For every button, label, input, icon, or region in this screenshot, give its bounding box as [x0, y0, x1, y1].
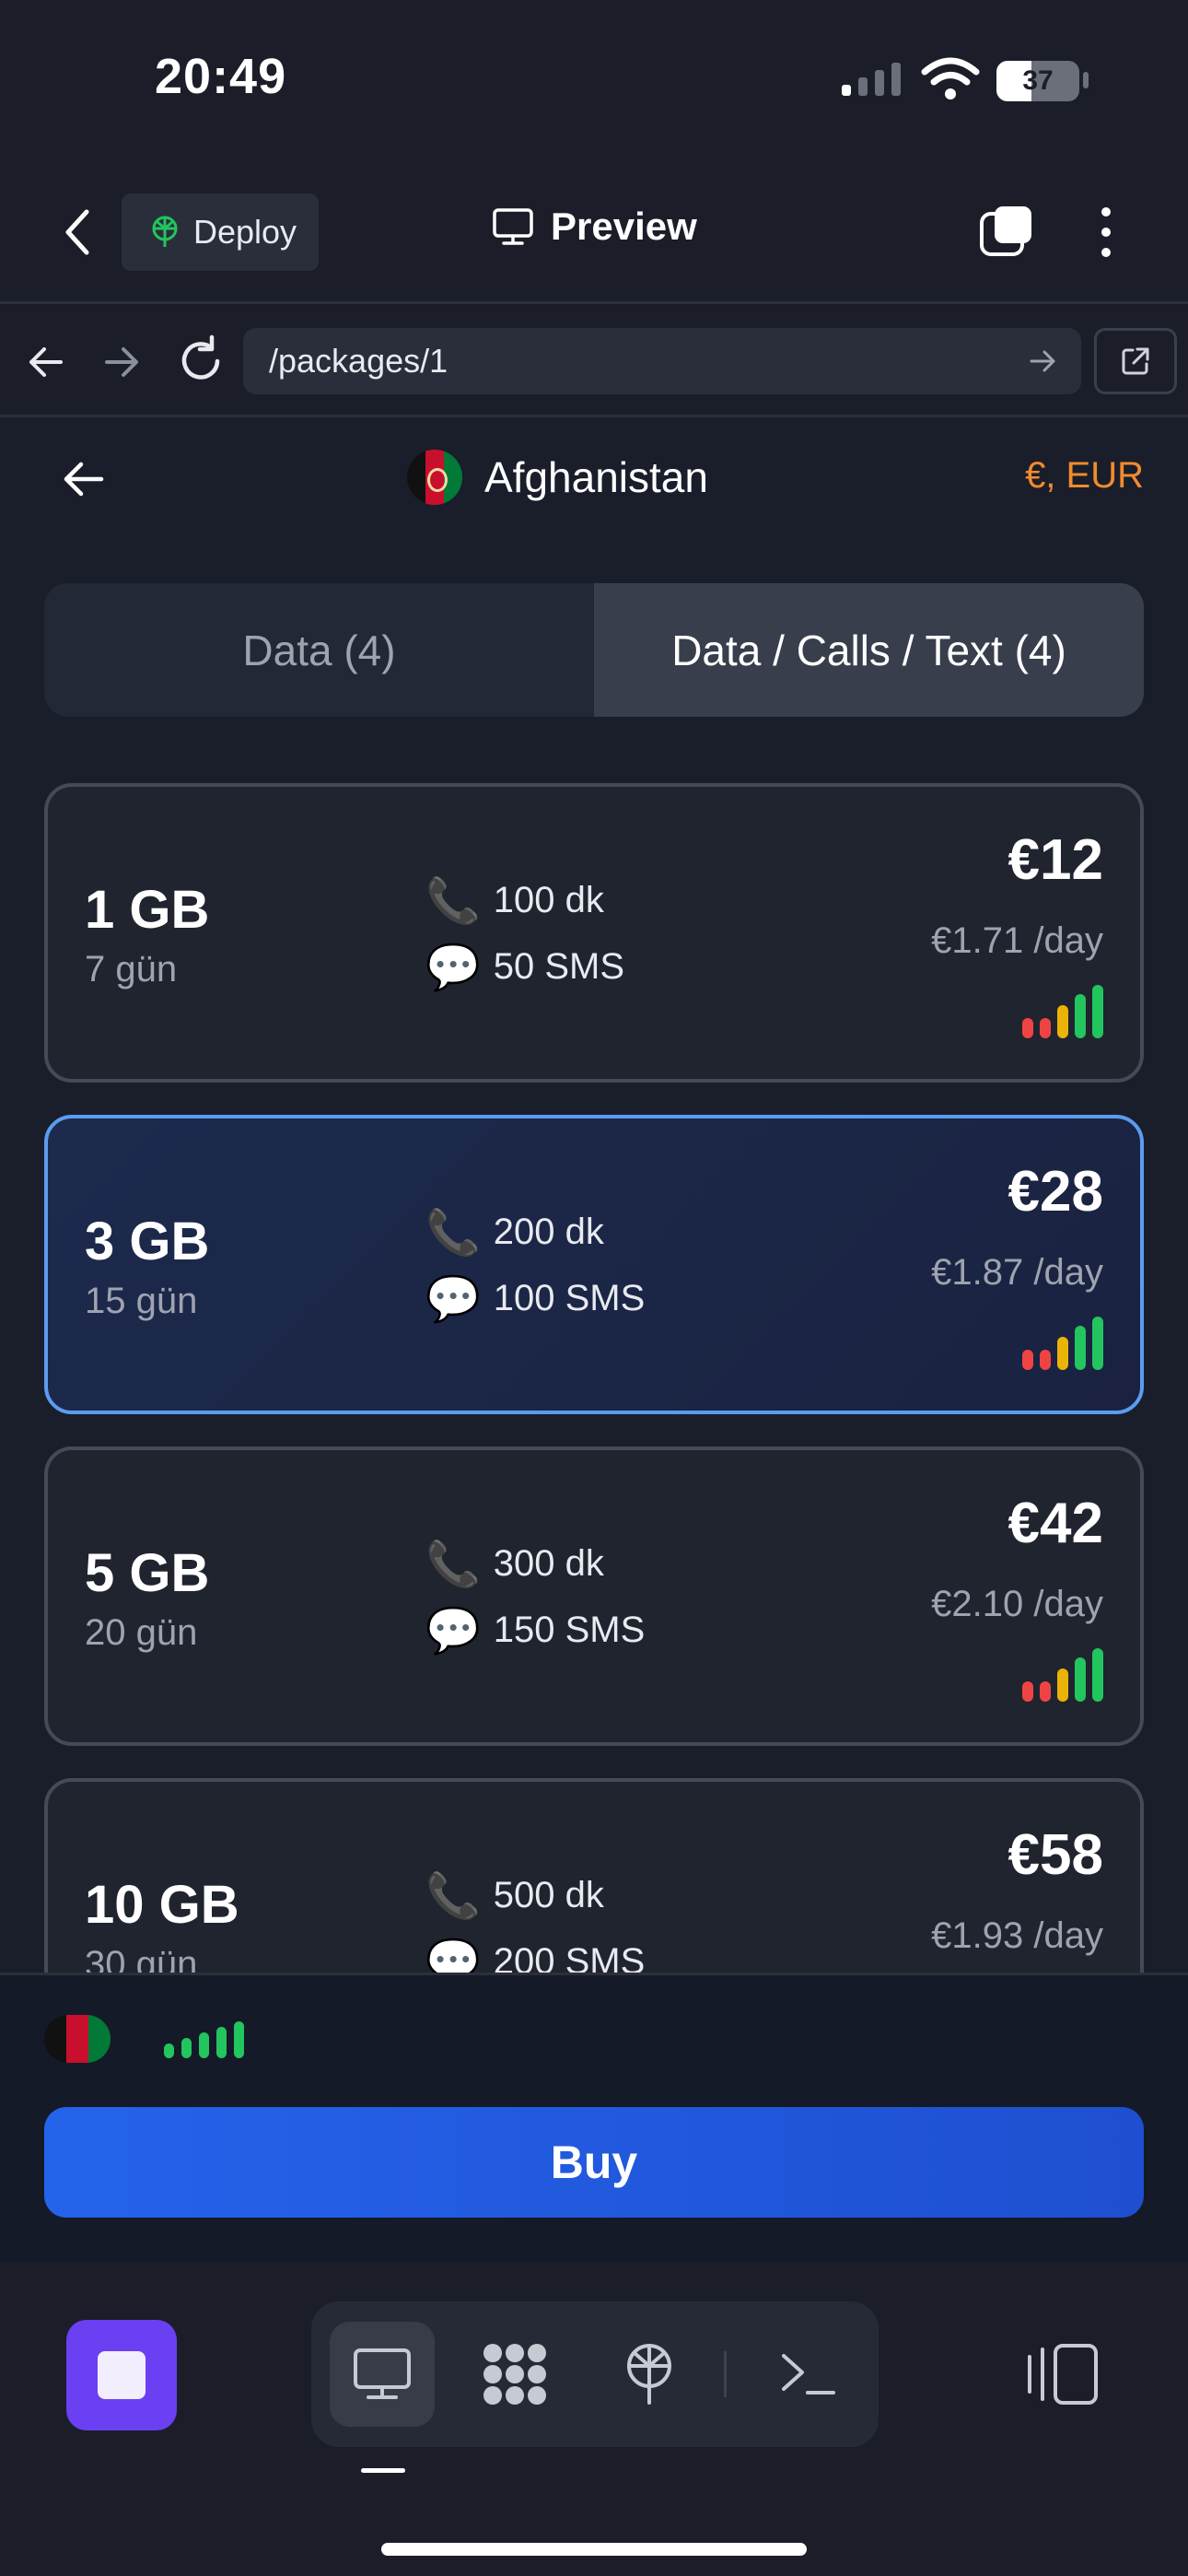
- package-data: 1 GB: [85, 880, 210, 940]
- buy-button[interactable]: Buy: [44, 2107, 1144, 2218]
- package-calls: 📞 200 dk: [425, 1206, 604, 1259]
- globe-icon: [627, 2344, 671, 2405]
- wifi-icon: [921, 57, 980, 100]
- signal-strength-bars: [164, 2021, 244, 2058]
- package-sms: 💬 50 SMS: [425, 941, 624, 993]
- back-arrow-icon[interactable]: [59, 455, 107, 503]
- package-days: 7 gün: [85, 949, 178, 989]
- afghanistan-flag-icon: [407, 450, 462, 505]
- arrow-right-icon[interactable]: [96, 336, 147, 388]
- preview-tab[interactable]: Preview: [492, 205, 697, 249]
- country-name: Afghanistan: [484, 453, 708, 501]
- package-calls: 📞 300 dk: [425, 1538, 604, 1590]
- afghanistan-flag-icon: [44, 2015, 111, 2063]
- phone-icon: 📞: [425, 1872, 481, 1921]
- package-price-per-day: €1.93 /day: [931, 1915, 1103, 1956]
- cellular-signal-icon: [842, 63, 901, 96]
- package-price-per-day: €1.87 /day: [931, 1252, 1103, 1293]
- deploy-button[interactable]: Deploy: [122, 193, 319, 271]
- chat-bubble-icon: 💬: [425, 943, 481, 992]
- phone-icon: 📞: [425, 1209, 481, 1258]
- url-text: /packages/1: [269, 342, 448, 380]
- monitor-icon: [493, 208, 533, 245]
- more-icon[interactable]: [1092, 205, 1120, 260]
- tool-divider: [724, 2351, 727, 2397]
- package-sms: 💬 100 SMS: [425, 1272, 645, 1325]
- package-sms: 💬 200 SMS: [425, 1936, 645, 1973]
- package-sms: 💬 150 SMS: [425, 1604, 645, 1657]
- side-panel-icon[interactable]: [1022, 2340, 1101, 2408]
- tab-data[interactable]: Data (4): [44, 583, 594, 717]
- deploy-label: Deploy: [193, 213, 297, 251]
- package-card[interactable]: 10 GB 30 gün 📞 500 dk 💬 200 SMS €58 €1.93 …: [44, 1778, 1144, 1973]
- stop-button[interactable]: [66, 2320, 177, 2430]
- package-card[interactable]: 5 GB 20 gün 📞 300 dk 💬 150 SMS €42 €2.10 /…: [44, 1446, 1144, 1746]
- home-indicator[interactable]: [381, 2543, 807, 2556]
- currency-selector[interactable]: €, EUR: [1025, 455, 1144, 497]
- signal-strength-bars: [1022, 1317, 1103, 1370]
- preview-label: Preview: [551, 205, 697, 248]
- phone-icon: 📞: [425, 877, 481, 926]
- package-data: 10 GB: [85, 1875, 239, 1935]
- package-price: €42: [1007, 1492, 1103, 1555]
- package-card[interactable]: 1 GB 7 gün 📞 100 dk 💬 50 SMS €12 €1.71 /da…: [44, 783, 1144, 1083]
- package-data: 3 GB: [85, 1212, 210, 1271]
- open-external-button[interactable]: [1094, 328, 1177, 394]
- package-price: €12: [1007, 828, 1103, 892]
- country-header: Afghanistan: [407, 450, 708, 505]
- url-input[interactable]: /packages/1: [243, 328, 1081, 394]
- package-price-per-day: €1.71 /day: [931, 920, 1103, 961]
- package-days: 20 gün: [85, 1612, 198, 1653]
- tabs-icon[interactable]: [978, 205, 1033, 260]
- package-data: 5 GB: [85, 1543, 210, 1603]
- terminal-icon: [782, 2354, 835, 2395]
- status-time: 20:49: [155, 49, 287, 104]
- preview-tool-button[interactable]: [330, 2322, 435, 2427]
- reload-icon[interactable]: [173, 334, 228, 389]
- active-tool-indicator: [361, 2468, 405, 2473]
- battery-cap: [1083, 72, 1089, 88]
- external-link-icon: [1122, 347, 1149, 375]
- package-type-tabs: Data (4) Data / Calls / Text (4): [44, 583, 1144, 717]
- back-icon[interactable]: [57, 205, 101, 260]
- battery-indicator: 37: [996, 61, 1079, 101]
- monitor-icon: [354, 2348, 411, 2399]
- package-price-per-day: €2.10 /day: [931, 1584, 1103, 1624]
- arrow-right-icon[interactable]: [1026, 345, 1059, 378]
- arrow-left-icon[interactable]: [20, 336, 72, 388]
- chat-bubble-icon: 💬: [425, 1275, 481, 1324]
- package-calls: 📞 500 dk: [425, 1869, 604, 1922]
- phone-icon: 📞: [425, 1540, 481, 1589]
- package-card-selected[interactable]: 3 GB 15 gün 📞 200 dk 💬 100 SMS €28 €1.87 /…: [44, 1115, 1144, 1414]
- chat-bubble-icon: 💬: [425, 1607, 481, 1656]
- tab-data-calls-text[interactable]: Data / Calls / Text (4): [594, 583, 1144, 717]
- deploy-tool-button[interactable]: [597, 2322, 702, 2427]
- chat-bubble-icon: 💬: [425, 1938, 481, 1973]
- deploy-icon: [152, 216, 178, 247]
- stop-icon: [98, 2351, 146, 2399]
- package-price: €58: [1007, 1823, 1103, 1887]
- package-calls: 📞 100 dk: [425, 874, 604, 927]
- signal-strength-bars: [1022, 1648, 1103, 1702]
- agent-icon: [483, 2344, 546, 2405]
- agent-tool-button[interactable]: [462, 2322, 567, 2427]
- package-price: €28: [1007, 1160, 1103, 1224]
- package-days: 15 gün: [85, 1281, 198, 1321]
- package-days: 30 gün: [85, 1944, 198, 1973]
- signal-strength-bars: [1022, 985, 1103, 1038]
- shell-tool-button[interactable]: [755, 2322, 860, 2427]
